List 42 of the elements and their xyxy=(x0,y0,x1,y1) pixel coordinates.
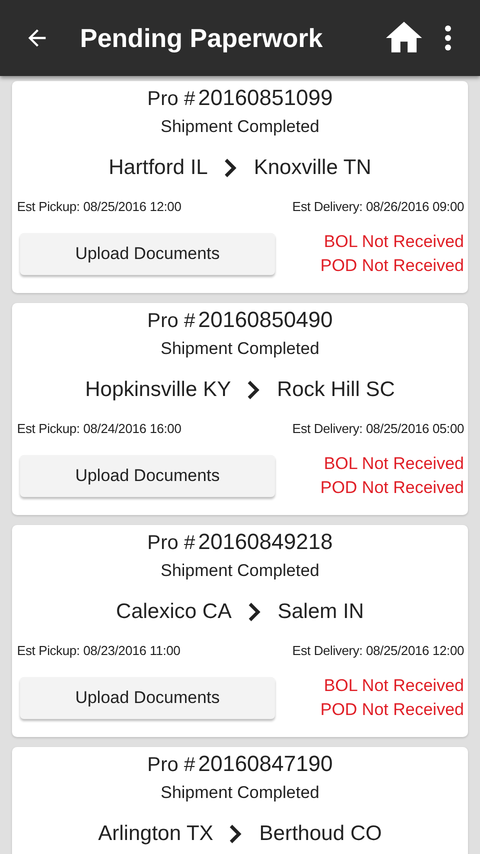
shipment-status: Shipment Completed xyxy=(160,339,320,360)
shipment-status: Shipment Completed xyxy=(160,561,320,582)
destination-city: Salem IN xyxy=(278,600,364,624)
est-pickup-time: Est Pickup: 08/25/2016 12:00 xyxy=(17,199,182,214)
chevron-right-icon xyxy=(224,158,238,178)
pro-number: 20160849218 xyxy=(198,529,333,555)
est-delivery-time: Est Delivery: 08/25/2016 05:00 xyxy=(292,421,464,436)
upload-documents-button[interactable]: Upload Documents xyxy=(20,233,275,275)
missing-document-text: BOL Not Received xyxy=(324,454,464,474)
origin-city: Hopkinsville KY xyxy=(85,378,232,402)
missing-document-text: BOL Not Received xyxy=(324,232,464,252)
pro-label: Pro # xyxy=(147,532,196,555)
destination-city: Berthoud CO xyxy=(259,822,382,846)
pro-label: Pro # xyxy=(147,88,196,111)
pro-number: 20160847190 xyxy=(198,751,333,777)
upload-documents-button[interactable]: Upload Documents xyxy=(20,677,275,719)
est-delivery-time: Est Delivery: 08/25/2016 12:00 xyxy=(292,643,464,658)
est-pickup-time: Est Pickup: 08/24/2016 16:00 xyxy=(17,421,182,436)
chevron-right-icon xyxy=(248,602,262,622)
origin-city: Arlington TX xyxy=(98,822,214,846)
screen-title: Pending Paperwork xyxy=(80,22,324,54)
est-pickup-time: Est Pickup: 08/23/2016 11:00 xyxy=(17,643,180,658)
destination-city: Knoxville TN xyxy=(254,156,372,180)
pro-label: Pro # xyxy=(147,310,196,333)
pro-number: 20160850490 xyxy=(198,307,333,333)
missing-document-text: POD Not Received xyxy=(320,256,464,276)
chevron-right-icon xyxy=(247,380,262,400)
pro-number: 20160851099 xyxy=(198,85,333,111)
shipment-status: Shipment Completed xyxy=(160,783,320,804)
more-options-icon[interactable] xyxy=(444,25,452,51)
shipment-status: Shipment Completed xyxy=(160,117,320,138)
origin-city: Hartford IL xyxy=(108,156,208,180)
missing-document-text: BOL Not Received xyxy=(324,676,464,696)
missing-document-text: POD Not Received xyxy=(320,700,464,720)
origin-city: Calexico CA xyxy=(116,600,232,624)
est-delivery-time: Est Delivery: 08/26/2016 09:00 xyxy=(292,199,464,214)
chevron-right-icon xyxy=(229,824,244,844)
upload-documents-button[interactable]: Upload Documents xyxy=(20,455,275,497)
home-icon[interactable] xyxy=(386,21,422,55)
pro-label: Pro # xyxy=(147,754,196,777)
destination-city: Rock Hill SC xyxy=(277,378,395,402)
missing-document-text: POD Not Received xyxy=(320,478,464,498)
